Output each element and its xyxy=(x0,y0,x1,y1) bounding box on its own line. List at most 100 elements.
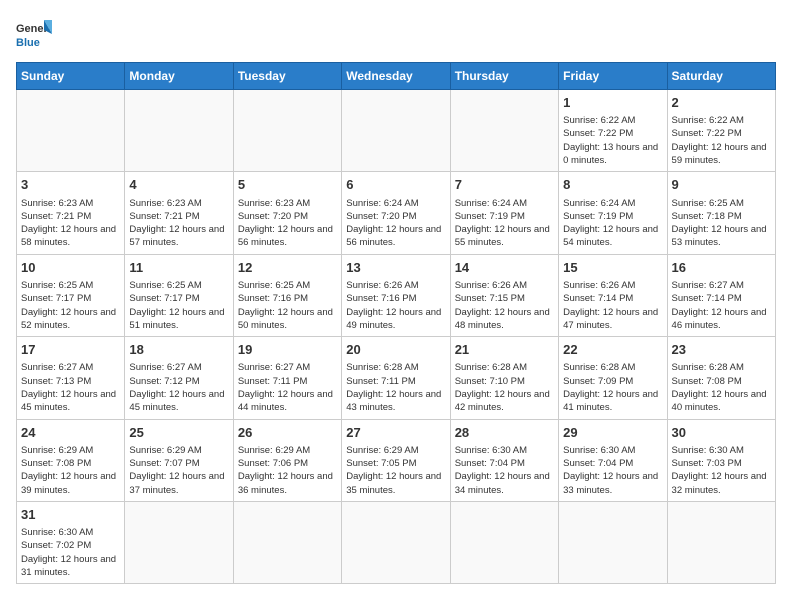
day-number: 8 xyxy=(563,176,662,194)
calendar-day-cell: 22Sunrise: 6:28 AM Sunset: 7:09 PM Dayli… xyxy=(559,337,667,419)
calendar-day-cell: 2 Sunrise: 6:22 AM Sunset: 7:22 PM Daylig… xyxy=(667,90,775,172)
calendar-day-cell: 9 Sunrise: 6:25 AM Sunset: 7:18 PM Daylig… xyxy=(667,172,775,254)
calendar-day-cell xyxy=(125,90,233,172)
page-header: General Blue xyxy=(16,16,776,52)
calendar-day-cell: 20 Sunrise: 6:28 AM Sunset: 7:11 PM Dayli… xyxy=(342,337,450,419)
weekday-header-cell: Tuesday xyxy=(233,63,341,90)
day-info: Sunrise: 6:23 AM Sunset: 7:21 PM Dayligh… xyxy=(21,197,120,250)
day-info: Sunrise: 6:28 AM Sunset: 7:08 PM Dayligh… xyxy=(672,361,771,414)
calendar-day-cell xyxy=(559,501,667,583)
calendar-day-cell xyxy=(125,501,233,583)
day-number: 23 xyxy=(672,341,771,359)
calendar-day-cell: 21Sunrise: 6:28 AM Sunset: 7:10 PM Dayli… xyxy=(450,337,558,419)
day-info: Sunrise: 6:28 AM Sunset: 7:11 PM Dayligh… xyxy=(346,361,445,414)
day-info: Sunrise: 6:29 AM Sunset: 7:07 PM Dayligh… xyxy=(129,444,228,497)
day-number: 2 xyxy=(672,94,771,112)
calendar-table: SundayMondayTuesdayWednesdayThursdayFrid… xyxy=(16,62,776,584)
day-info: Sunrise: 6:29 AM Sunset: 7:05 PM Dayligh… xyxy=(346,444,445,497)
day-info: Sunrise: 6:25 AM Sunset: 7:16 PM Dayligh… xyxy=(238,279,337,332)
calendar-day-cell: 3 Sunrise: 6:23 AM Sunset: 7:21 PM Daylig… xyxy=(17,172,125,254)
calendar-week-row: 31Sunrise: 6:30 AM Sunset: 7:02 PM Dayli… xyxy=(17,501,776,583)
day-number: 17 xyxy=(21,341,120,359)
calendar-week-row: 1 Sunrise: 6:22 AM Sunset: 7:22 PM Daylig… xyxy=(17,90,776,172)
calendar-day-cell xyxy=(342,90,450,172)
calendar-day-cell: 8 Sunrise: 6:24 AM Sunset: 7:19 PM Daylig… xyxy=(559,172,667,254)
calendar-week-row: 17Sunrise: 6:27 AM Sunset: 7:13 PM Dayli… xyxy=(17,337,776,419)
day-info: Sunrise: 6:30 AM Sunset: 7:04 PM Dayligh… xyxy=(563,444,662,497)
calendar-day-cell: 7 Sunrise: 6:24 AM Sunset: 7:19 PM Daylig… xyxy=(450,172,558,254)
calendar-week-row: 10 Sunrise: 6:25 AM Sunset: 7:17 PM Dayli… xyxy=(17,254,776,336)
day-number: 10 xyxy=(21,259,120,277)
calendar-day-cell: 10 Sunrise: 6:25 AM Sunset: 7:17 PM Dayli… xyxy=(17,254,125,336)
day-info: Sunrise: 6:26 AM Sunset: 7:14 PM Dayligh… xyxy=(563,279,662,332)
day-info: Sunrise: 6:30 AM Sunset: 7:02 PM Dayligh… xyxy=(21,526,120,579)
day-number: 26 xyxy=(238,424,337,442)
day-info: Sunrise: 6:27 AM Sunset: 7:14 PM Dayligh… xyxy=(672,279,771,332)
day-number: 27 xyxy=(346,424,445,442)
calendar-day-cell xyxy=(342,501,450,583)
day-info: Sunrise: 6:26 AM Sunset: 7:16 PM Dayligh… xyxy=(346,279,445,332)
day-number: 25 xyxy=(129,424,228,442)
generalblue-logo-icon: General Blue xyxy=(16,16,52,52)
calendar-day-cell: 17Sunrise: 6:27 AM Sunset: 7:13 PM Dayli… xyxy=(17,337,125,419)
calendar-day-cell: 19Sunrise: 6:27 AM Sunset: 7:11 PM Dayli… xyxy=(233,337,341,419)
calendar-day-cell: 23 Sunrise: 6:28 AM Sunset: 7:08 PM Dayli… xyxy=(667,337,775,419)
day-info: Sunrise: 6:26 AM Sunset: 7:15 PM Dayligh… xyxy=(455,279,554,332)
calendar-day-cell: 5 Sunrise: 6:23 AM Sunset: 7:20 PM Daylig… xyxy=(233,172,341,254)
calendar-day-cell: 12Sunrise: 6:25 AM Sunset: 7:16 PM Dayli… xyxy=(233,254,341,336)
calendar-day-cell: 14Sunrise: 6:26 AM Sunset: 7:15 PM Dayli… xyxy=(450,254,558,336)
calendar-day-cell: 4Sunrise: 6:23 AM Sunset: 7:21 PM Daylig… xyxy=(125,172,233,254)
logo: General Blue xyxy=(16,16,52,52)
calendar-week-row: 3 Sunrise: 6:23 AM Sunset: 7:21 PM Daylig… xyxy=(17,172,776,254)
day-info: Sunrise: 6:22 AM Sunset: 7:22 PM Dayligh… xyxy=(672,114,771,167)
calendar-day-cell: 16 Sunrise: 6:27 AM Sunset: 7:14 PM Dayli… xyxy=(667,254,775,336)
calendar-day-cell: 6Sunrise: 6:24 AM Sunset: 7:20 PM Daylig… xyxy=(342,172,450,254)
day-info: Sunrise: 6:22 AM Sunset: 7:22 PM Dayligh… xyxy=(563,114,662,167)
weekday-header-cell: Monday xyxy=(125,63,233,90)
day-number: 1 xyxy=(563,94,662,112)
calendar-day-cell: 31Sunrise: 6:30 AM Sunset: 7:02 PM Dayli… xyxy=(17,501,125,583)
day-info: Sunrise: 6:27 AM Sunset: 7:11 PM Dayligh… xyxy=(238,361,337,414)
calendar-day-cell xyxy=(450,501,558,583)
day-number: 3 xyxy=(21,176,120,194)
day-number: 4 xyxy=(129,176,228,194)
calendar-day-cell: 13 Sunrise: 6:26 AM Sunset: 7:16 PM Dayli… xyxy=(342,254,450,336)
day-number: 7 xyxy=(455,176,554,194)
calendar-day-cell: 29 Sunrise: 6:30 AM Sunset: 7:04 PM Dayli… xyxy=(559,419,667,501)
day-info: Sunrise: 6:24 AM Sunset: 7:19 PM Dayligh… xyxy=(455,197,554,250)
calendar-day-cell: 28Sunrise: 6:30 AM Sunset: 7:04 PM Dayli… xyxy=(450,419,558,501)
day-number: 18 xyxy=(129,341,228,359)
calendar-day-cell: 11Sunrise: 6:25 AM Sunset: 7:17 PM Dayli… xyxy=(125,254,233,336)
svg-text:Blue: Blue xyxy=(16,37,40,49)
calendar-day-cell: 30Sunrise: 6:30 AM Sunset: 7:03 PM Dayli… xyxy=(667,419,775,501)
day-info: Sunrise: 6:28 AM Sunset: 7:09 PM Dayligh… xyxy=(563,361,662,414)
day-number: 30 xyxy=(672,424,771,442)
weekday-header-cell: Friday xyxy=(559,63,667,90)
day-number: 28 xyxy=(455,424,554,442)
day-info: Sunrise: 6:23 AM Sunset: 7:20 PM Dayligh… xyxy=(238,197,337,250)
day-info: Sunrise: 6:25 AM Sunset: 7:17 PM Dayligh… xyxy=(21,279,120,332)
day-number: 16 xyxy=(672,259,771,277)
calendar-day-cell: 25 Sunrise: 6:29 AM Sunset: 7:07 PM Dayli… xyxy=(125,419,233,501)
calendar-day-cell xyxy=(233,501,341,583)
calendar-day-cell: 15 Sunrise: 6:26 AM Sunset: 7:14 PM Dayli… xyxy=(559,254,667,336)
calendar-body: 1 Sunrise: 6:22 AM Sunset: 7:22 PM Daylig… xyxy=(17,90,776,584)
day-number: 20 xyxy=(346,341,445,359)
day-info: Sunrise: 6:29 AM Sunset: 7:08 PM Dayligh… xyxy=(21,444,120,497)
calendar-day-cell: 27 Sunrise: 6:29 AM Sunset: 7:05 PM Dayli… xyxy=(342,419,450,501)
day-info: Sunrise: 6:29 AM Sunset: 7:06 PM Dayligh… xyxy=(238,444,337,497)
calendar-day-cell xyxy=(233,90,341,172)
weekday-header-cell: Saturday xyxy=(667,63,775,90)
day-info: Sunrise: 6:24 AM Sunset: 7:20 PM Dayligh… xyxy=(346,197,445,250)
day-info: Sunrise: 6:25 AM Sunset: 7:18 PM Dayligh… xyxy=(672,197,771,250)
day-number: 13 xyxy=(346,259,445,277)
day-number: 9 xyxy=(672,176,771,194)
calendar-day-cell xyxy=(667,501,775,583)
day-info: Sunrise: 6:28 AM Sunset: 7:10 PM Dayligh… xyxy=(455,361,554,414)
calendar-day-cell xyxy=(17,90,125,172)
day-number: 29 xyxy=(563,424,662,442)
calendar-day-cell: 1 Sunrise: 6:22 AM Sunset: 7:22 PM Daylig… xyxy=(559,90,667,172)
day-info: Sunrise: 6:24 AM Sunset: 7:19 PM Dayligh… xyxy=(563,197,662,250)
day-number: 15 xyxy=(563,259,662,277)
day-number: 5 xyxy=(238,176,337,194)
